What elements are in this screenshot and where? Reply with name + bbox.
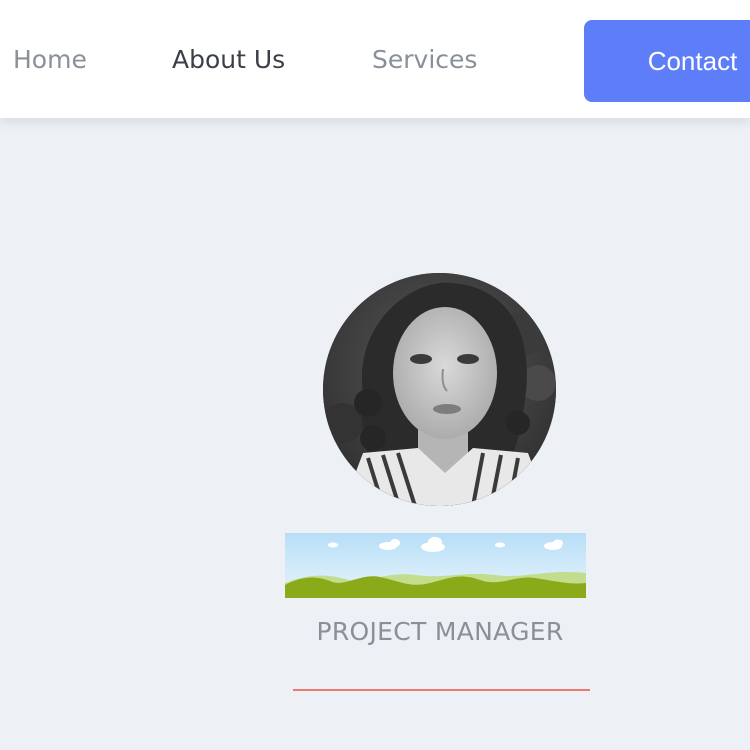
page: Home About Us Services Contact PROJECT M… [0, 0, 750, 750]
avatar-photo-image [323, 273, 556, 506]
nav-home-link[interactable]: Home [13, 40, 87, 80]
profile-avatar [323, 273, 556, 506]
profile-role-title: PROJECT MANAGER [316, 617, 564, 646]
contact-button[interactable]: Contact [584, 20, 750, 102]
nav-about-link[interactable]: About Us [172, 40, 285, 80]
nav-services-link[interactable]: Services [372, 40, 477, 80]
landscape-banner-image [285, 533, 586, 598]
landscape-icon [285, 533, 586, 598]
role-divider-line [293, 689, 590, 691]
top-navbar: Home About Us Services Contact [0, 0, 750, 118]
